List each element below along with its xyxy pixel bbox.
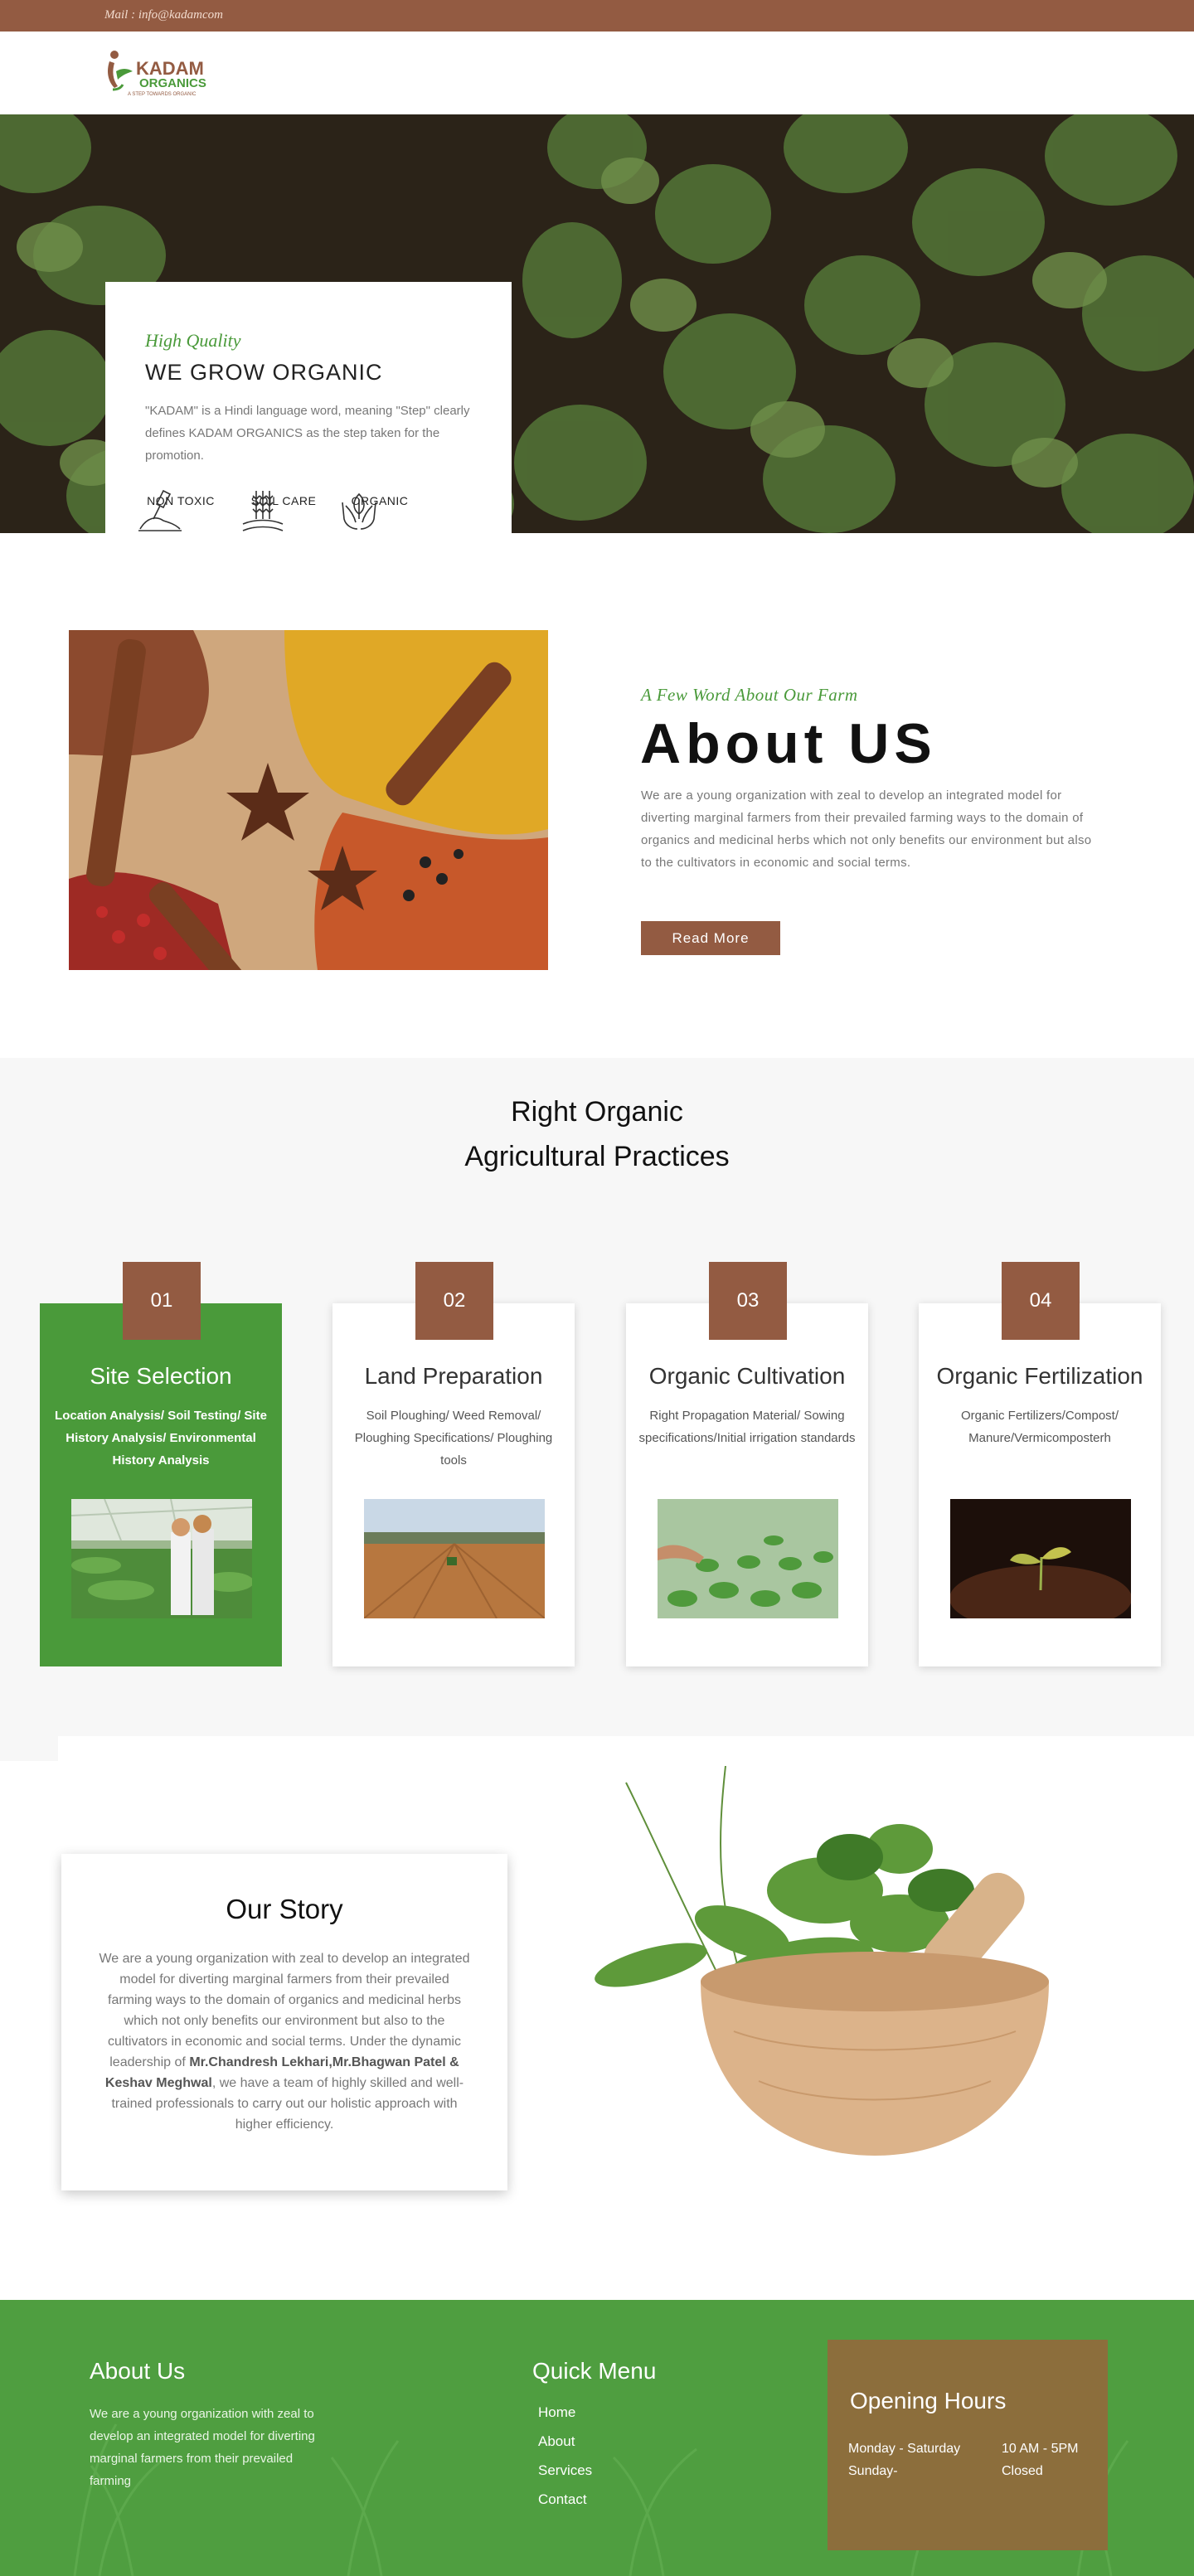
ploughed-field-image	[364, 1499, 545, 1618]
seedlings-image	[658, 1499, 838, 1618]
about-title: About US	[640, 712, 937, 775]
practice-card-organic-fertilization[interactable]: 04 Organic Fertilization Organic Fertili…	[919, 1262, 1161, 1666]
hero-banner: High Quality WE GROW ORGANIC "KADAM" is …	[0, 114, 1194, 533]
feature-non-toxic: NON TOXIC	[135, 486, 226, 531]
spices-image	[69, 630, 548, 970]
card-number: 04	[1002, 1262, 1080, 1340]
site-footer: About Us We are a young organization wit…	[0, 2300, 1194, 2576]
logo-text-organics: ORGANICS	[139, 76, 206, 90]
site-header: KADAM ORGANICS A STEP TOWARDS ORGANIC	[0, 32, 1194, 114]
footer-link-home[interactable]: Home	[538, 2398, 592, 2427]
story-title: Our Story	[226, 1894, 343, 1924]
contact-mail[interactable]: Mail : info@kadamcom	[104, 8, 223, 22]
practice-card-land-preparation[interactable]: 02 Land Preparation Soil Ploughing/ Weed…	[332, 1262, 575, 1666]
card-subtitle: Right Propagation Material/ Sowing speci…	[638, 1409, 856, 1445]
hours-time: Closed	[1002, 2464, 1043, 2478]
wheat-icon	[242, 491, 284, 531]
hours-time: 10 AM - 5PM	[1002, 2442, 1079, 2456]
greenhouse-image	[71, 1499, 252, 1618]
hero-card: High Quality WE GROW ORGANIC "KADAM" is …	[105, 282, 512, 533]
story-text-intro: We are a young organization with zeal to…	[99, 1952, 470, 2069]
feature-organic: ORGANIC	[334, 486, 425, 530]
footer-link-about[interactable]: About	[538, 2427, 592, 2456]
footer-menu: Home About Services Contact	[538, 2398, 592, 2514]
hero-title: WE GROW ORGANIC	[145, 360, 383, 385]
hero-description: "KADAM" is a Hindi language word, meanin…	[145, 404, 470, 463]
footer-menu-title: Quick Menu	[532, 2358, 657, 2384]
sprout-soil-image	[950, 1499, 1131, 1618]
read-more-button[interactable]: Read More	[641, 921, 780, 955]
card-subtitle: Soil Ploughing/ Weed Removal/ Ploughing …	[354, 1409, 553, 1467]
footer-link-contact[interactable]: Contact	[538, 2485, 592, 2514]
top-bar: Mail : info@kadamcom	[0, 0, 1194, 32]
page: Mail : info@kadamcom KADAM ORGANICS A ST…	[0, 0, 1194, 2576]
practices-heading-line1: Right Organic	[511, 1096, 683, 1128]
story-card: Our Story We are a young organization wi…	[61, 1854, 507, 2190]
shovel-soil-icon	[138, 489, 182, 531]
practice-card-site-selection[interactable]: 01 Site Selection Location Analysis/ Soi…	[40, 1262, 282, 1666]
practice-card-organic-cultivation[interactable]: 03 Organic Cultivation Right Propagation…	[626, 1262, 868, 1666]
hours-day: Monday - Saturday	[848, 2442, 961, 2456]
card-title: Organic Cultivation	[648, 1363, 846, 1389]
story-text: We are a young organization with zeal to…	[96, 1948, 473, 2135]
card-subtitle: Location Analysis/ Soil Testing/ Site Hi…	[55, 1409, 267, 1467]
practices-heading: Right Organic Agricultural Practices	[0, 1089, 1194, 1179]
card-title: Organic Fertilization	[936, 1363, 1143, 1389]
card-title: Land Preparation	[364, 1363, 543, 1389]
card-title: Site Selection	[90, 1363, 232, 1389]
card-number: 02	[415, 1262, 493, 1340]
footer-about-text: We are a young organization with zeal to…	[90, 2407, 315, 2488]
card-number: 03	[709, 1262, 787, 1340]
hours-day: Sunday-	[848, 2464, 898, 2478]
practices-section: Right Organic Agricultural Practices 01 …	[0, 1058, 1194, 1761]
logo-tagline: A STEP TOWARDS ORGANIC	[128, 92, 197, 97]
hero-kicker: High Quality	[145, 330, 241, 351]
card-number: 01	[123, 1262, 201, 1340]
about-text: We are a young organization with zeal to…	[641, 788, 1092, 870]
footer-link-services[interactable]: Services	[538, 2456, 592, 2485]
feature-soil-care: SOIL CARE	[238, 486, 329, 531]
logo[interactable]: KADAM ORGANICS A STEP TOWARDS ORGANIC	[104, 46, 221, 99]
card-subtitle: Organic Fertilizers/Compost/ Manure/Verm…	[960, 1409, 1119, 1445]
practices-heading-line2: Agricultural Practices	[464, 1141, 730, 1172]
opening-hours-box: Opening Hours Monday - Saturday 10 AM - …	[828, 2340, 1108, 2550]
about-kicker: A Few Word About Our Farm	[641, 685, 858, 705]
hours-title: Opening Hours	[850, 2388, 1007, 2413]
mortar-herbs-image	[595, 1766, 1049, 2156]
footer-about-title: About Us	[90, 2358, 186, 2384]
hands-leaf-icon	[342, 492, 376, 530]
